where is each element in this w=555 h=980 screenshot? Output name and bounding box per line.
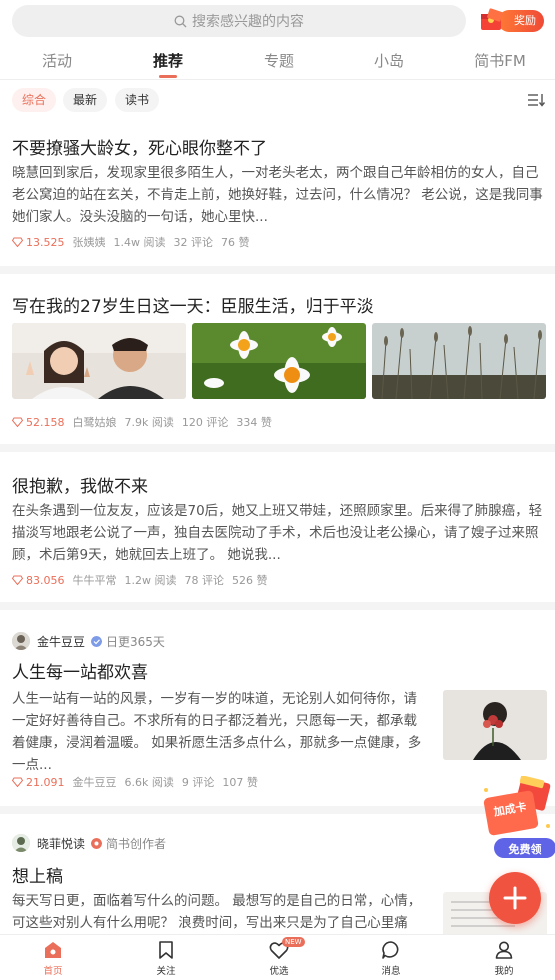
- divider: [0, 444, 555, 452]
- diamond-count: 21.091: [26, 775, 65, 789]
- article-thumbnail[interactable]: [443, 690, 547, 760]
- nav-home-label: 首页: [43, 966, 63, 977]
- divider: [0, 602, 555, 610]
- read-count: 1.4w 阅读: [113, 236, 166, 249]
- filter-chip-reading[interactable]: 读书: [115, 88, 160, 112]
- like-count: 107 赞: [222, 776, 258, 789]
- author-name[interactable]: 白鹭姑娘: [73, 414, 117, 430]
- couple-photo[interactable]: [12, 323, 186, 399]
- avatar[interactable]: [12, 834, 30, 852]
- diamond-icon: [12, 777, 23, 787]
- author-name[interactable]: 金牛豆豆: [73, 774, 117, 790]
- author-row[interactable]: 金牛豆豆 日更365天: [12, 632, 165, 650]
- search-input[interactable]: 搜索感兴趣的内容: [12, 5, 466, 37]
- bookmark-icon: [159, 941, 173, 959]
- nav-featured-label: 优选: [269, 966, 289, 977]
- nav-messages-label: 消息: [381, 966, 401, 977]
- avatar[interactable]: [12, 632, 30, 650]
- article-card[interactable]: 金牛豆豆 日更365天 人生每一站都欢喜 人生一站有一站的风景，一岁有一岁的味道…: [0, 610, 555, 806]
- top-bar: 搜索感兴趣的内容 奖励: [0, 0, 555, 42]
- nav-featured[interactable]: 优选 NEW: [249, 937, 309, 977]
- home-icon: [45, 942, 61, 958]
- search-placeholder: 搜索感兴趣的内容: [192, 14, 304, 30]
- article-excerpt: 每天写日更，面临着写什么的问题。 最想写的是自己的日常，心情，可这些对别人有什么…: [12, 893, 422, 931]
- search-icon: [174, 15, 187, 27]
- article-title[interactable]: 想上稿: [12, 862, 63, 887]
- coupon-claim-button[interactable]: 免费领: [494, 841, 555, 857]
- tab-recommend[interactable]: 推荐: [153, 50, 183, 71]
- diamond-count: 52.158: [26, 415, 65, 429]
- tab-island[interactable]: 小岛: [374, 50, 404, 71]
- nav-profile-label: 我的: [494, 966, 514, 977]
- filter-chip-comprehensive[interactable]: 综合: [12, 88, 57, 112]
- divider: [0, 266, 555, 274]
- article-title[interactable]: 人生每一站都欢喜: [12, 658, 148, 683]
- creator-badge-icon: [91, 837, 103, 849]
- profile-icon: [495, 941, 513, 959]
- read-count: 7.9k 阅读: [124, 416, 174, 429]
- author-badge-text: 简书创作者: [106, 836, 167, 851]
- article-meta: 52.158 白鹭姑娘 7.9k 阅读 120 评论 334 赞: [12, 414, 280, 430]
- article-images: [12, 323, 547, 399]
- bottom-navigation: 首页 关注 优选 NEW 消息 我的: [0, 934, 555, 980]
- nav-messages[interactable]: 消息: [361, 939, 421, 977]
- reward-button[interactable]: 奖励: [476, 6, 546, 34]
- active-tab-indicator: [159, 75, 177, 78]
- article-card[interactable]: 晓菲悦读 简书创作者 想上稿 每天写日更，面临着写什么的问题。 最想写的是自己的…: [0, 814, 555, 934]
- article-meta: 13.525 张姨姨 1.4w 阅读 32 评论 76 赞: [12, 234, 258, 250]
- sort-list-icon[interactable]: [527, 92, 547, 108]
- author-name[interactable]: 牛牛平常: [73, 572, 117, 588]
- filter-chip-latest[interactable]: 最新: [63, 88, 108, 112]
- like-count: 76 赞: [221, 236, 250, 249]
- reeds-photo[interactable]: [372, 323, 546, 399]
- author-name[interactable]: 张姨姨: [73, 234, 106, 250]
- article-title[interactable]: 不要撩骚大龄女，死心眼你整不了: [12, 134, 267, 159]
- article-title[interactable]: 写在我的27岁生日这一天：臣服生活，归于平淡: [12, 292, 374, 317]
- category-tabs: 活动 推荐 专题 小岛 简书FM: [0, 42, 555, 80]
- tab-activity[interactable]: 活动: [42, 50, 72, 71]
- author-badge-text: 日更365天: [106, 634, 165, 649]
- filter-bar: 综合 最新 读书: [0, 84, 555, 116]
- like-count: 526 赞: [232, 574, 268, 587]
- article-card[interactable]: 不要撩骚大龄女，死心眼你整不了 晓慧回到家后，发现家里很多陌生人，一对老头老太，…: [0, 118, 555, 266]
- message-icon: [382, 941, 399, 959]
- diamond-icon: [12, 417, 23, 427]
- nav-follow-label: 关注: [156, 966, 176, 977]
- read-count: 1.2w 阅读: [124, 574, 177, 587]
- article-card[interactable]: 很抱歉，我做不来 在头条遇到一位友友，应该是70后，她又上班又带娃，还照顾家里。…: [0, 452, 555, 602]
- tab-topics[interactable]: 专题: [264, 50, 294, 71]
- diamond-icon: [12, 237, 23, 247]
- tab-fm[interactable]: 简书FM: [474, 50, 526, 71]
- article-excerpt: 晓慧回到家后，发现家里很多陌生人，一对老头老太，两个跟自己年龄相仿的女人，自己老…: [12, 165, 543, 225]
- divider: [0, 806, 555, 814]
- plus-icon: [503, 886, 527, 910]
- flower-photo[interactable]: [192, 323, 366, 399]
- verified-badge-icon: [91, 635, 103, 647]
- read-count: 6.6k 阅读: [124, 776, 174, 789]
- author-row[interactable]: 晓菲悦读 简书创作者: [12, 834, 166, 852]
- diamond-count: 13.525: [26, 235, 65, 249]
- article-meta: 83.056 牛牛平常 1.2w 阅读 78 评论 526 赞: [12, 572, 276, 588]
- article-card[interactable]: 写在我的27岁生日这一天：臣服生活，归于平淡 52.158 白鹭姑娘 7.9k …: [0, 274, 555, 444]
- author-name[interactable]: 晓菲悦读: [37, 835, 85, 852]
- comment-count: 78 评论: [184, 574, 225, 587]
- article-excerpt: 在头条遇到一位友友，应该是70后，她又上班又带娃，还照顾家里。后来得了肺腺癌，轻…: [12, 503, 543, 563]
- like-count: 334 赞: [236, 416, 272, 429]
- nav-follow[interactable]: 关注: [136, 939, 196, 977]
- comment-count: 9 评论: [181, 776, 215, 789]
- article-title[interactable]: 很抱歉，我做不来: [12, 472, 148, 497]
- author-name[interactable]: 金牛豆豆: [37, 633, 85, 650]
- red-envelope-icon: [481, 8, 503, 30]
- comment-count: 120 评论: [181, 416, 229, 429]
- comment-count: 32 评论: [173, 236, 214, 249]
- diamond-icon: [12, 575, 23, 585]
- create-post-button[interactable]: [489, 872, 541, 924]
- article-excerpt: 人生一站有一站的风景，一岁有一岁的味道，无论别人如何待你，请一定好好善待自己。不…: [12, 691, 422, 773]
- diamond-count: 83.056: [26, 573, 65, 587]
- nav-home[interactable]: 首页: [23, 939, 83, 977]
- new-badge: NEW: [282, 937, 305, 947]
- article-meta: 21.091 金牛豆豆 6.6k 阅读 9 评论 107 赞: [12, 774, 266, 790]
- nav-profile[interactable]: 我的: [474, 939, 534, 977]
